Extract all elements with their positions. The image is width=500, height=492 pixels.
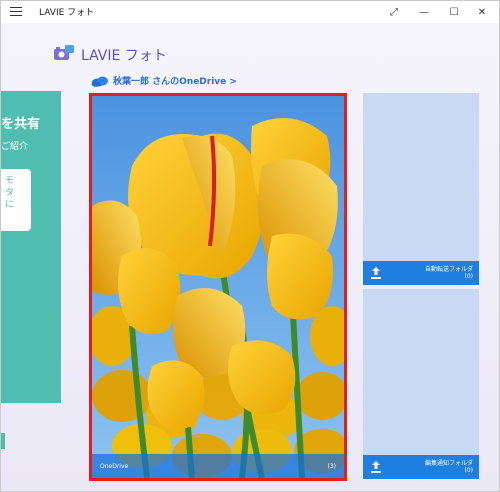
folder-count: (0) [464, 273, 474, 280]
onedrive-link-label: 秋葉一郎 さんのOneDrive > [113, 77, 237, 87]
onedrive-cloud-icon [91, 76, 108, 87]
share-promo-panel[interactable]: を共有 ご紹介 モ タ に [1, 91, 61, 403]
photo-tile-caption: OneDrive (3) [92, 454, 344, 478]
tulip-photo [92, 96, 344, 478]
share-card-line-2: タ [5, 188, 15, 198]
close-button[interactable]: ✕ [465, 1, 499, 23]
expand-button[interactable]: ⤢ [377, 1, 411, 23]
share-promo-title: を共有 [1, 117, 41, 132]
photo-app-logo-icon [54, 45, 74, 60]
folder-count: (0) [464, 467, 474, 474]
photo-tile-count: (3) [327, 462, 337, 470]
page-title: LAVIE フォト [81, 48, 167, 64]
window-title: LAVIE フォト [39, 8, 95, 18]
folder-tile-bar: 自動転送フォルダ (0) [363, 261, 479, 285]
folder-name: 自動転送フォルダ [424, 266, 473, 273]
share-promo-card: モ タ に [1, 169, 31, 231]
onedrive-photo-tile[interactable]: OneDrive (3) [89, 93, 347, 481]
app-window: LAVIE フォト ⤢ — ☐ ✕ LAVIE フォト 秋葉一郎 さんのOneD… [0, 0, 500, 492]
panel-edge-tab[interactable] [1, 433, 5, 449]
upload-folder-icon [371, 267, 381, 279]
folder-tile-bar: 編集通知フォルダ (0) [363, 455, 479, 479]
share-card-line-3: に [5, 200, 15, 210]
hamburger-menu-icon[interactable] [10, 7, 22, 17]
edit-notify-folder-tile[interactable]: 編集通知フォルダ (0) [363, 289, 479, 479]
folder-name: 編集通知フォルダ [424, 460, 473, 467]
onedrive-account-link[interactable]: 秋葉一郎 さんのOneDrive > [91, 74, 237, 87]
title-bar: LAVIE フォト ⤢ — ☐ ✕ [1, 1, 499, 23]
upload-folder-icon [371, 461, 381, 473]
photo-tile-label: OneDrive [100, 462, 129, 470]
share-promo-subtitle: ご紹介 [1, 142, 29, 152]
auto-transfer-folder-tile[interactable]: 自動転送フォルダ (0) [363, 93, 479, 285]
minimize-button[interactable]: — [407, 1, 441, 23]
share-card-line-1: モ [5, 176, 15, 186]
